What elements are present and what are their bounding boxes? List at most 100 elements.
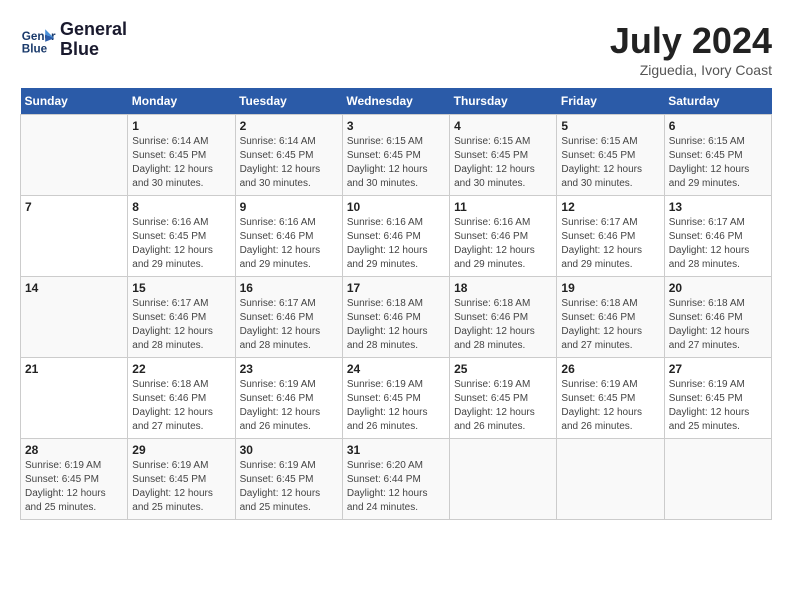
calendar-cell: 29 Sunrise: 6:19 AMSunset: 6:45 PMDayligh… bbox=[128, 439, 235, 520]
day-number: 19 bbox=[561, 281, 659, 295]
day-number: 13 bbox=[669, 200, 767, 214]
week-row-4: 21 22Sunrise: 6:18 AMSunset: 6:46 PMDayli… bbox=[21, 358, 772, 439]
day-number: 18 bbox=[454, 281, 552, 295]
day-number: 27 bbox=[669, 362, 767, 376]
calendar-cell: 1 Sunrise: 6:14 AMSunset: 6:45 PMDaylight… bbox=[128, 115, 235, 196]
day-info: Sunrise: 6:17 AMSunset: 6:46 PMDaylight:… bbox=[561, 216, 659, 272]
day-info: Sunrise: 6:18 AMSunset: 6:46 PMDaylight:… bbox=[347, 297, 445, 353]
day-number: 25 bbox=[454, 362, 552, 376]
location: Ziguedia, Ivory Coast bbox=[610, 62, 772, 78]
day-number: 16 bbox=[240, 281, 338, 295]
day-info: Sunrise: 6:18 AMSunset: 6:46 PMDaylight:… bbox=[561, 297, 659, 353]
day-info: Sunrise: 6:19 AMSunset: 6:45 PMDaylight:… bbox=[454, 378, 552, 434]
calendar-cell: 16Sunrise: 6:17 AMSunset: 6:46 PMDayligh… bbox=[235, 277, 342, 358]
calendar-cell: 20 Sunrise: 6:18 AMSunset: 6:46 PMDayligh… bbox=[664, 277, 771, 358]
calendar-cell: 26 Sunrise: 6:19 AMSunset: 6:45 PMDayligh… bbox=[557, 358, 664, 439]
day-header-sunday: Sunday bbox=[21, 88, 128, 115]
calendar-cell: 5 Sunrise: 6:15 AMSunset: 6:45 PMDaylight… bbox=[557, 115, 664, 196]
day-number: 4 bbox=[454, 119, 552, 133]
calendar-cell: 19 Sunrise: 6:18 AMSunset: 6:46 PMDayligh… bbox=[557, 277, 664, 358]
day-info: Sunrise: 6:16 AMSunset: 6:46 PMDaylight:… bbox=[454, 216, 552, 272]
day-number: 20 bbox=[669, 281, 767, 295]
day-info: Sunrise: 6:15 AMSunset: 6:45 PMDaylight:… bbox=[454, 135, 552, 191]
day-number: 26 bbox=[561, 362, 659, 376]
day-info: Sunrise: 6:14 AMSunset: 6:45 PMDaylight:… bbox=[132, 135, 230, 191]
calendar-cell: 25 Sunrise: 6:19 AMSunset: 6:45 PMDayligh… bbox=[450, 358, 557, 439]
logo-text: General Blue bbox=[60, 20, 127, 60]
calendar-cell: 7 bbox=[21, 196, 128, 277]
day-number: 22 bbox=[132, 362, 230, 376]
day-info: Sunrise: 6:19 AMSunset: 6:45 PMDaylight:… bbox=[240, 459, 338, 515]
day-number: 21 bbox=[25, 362, 123, 376]
day-info: Sunrise: 6:19 AMSunset: 6:45 PMDaylight:… bbox=[561, 378, 659, 434]
calendar-cell bbox=[557, 439, 664, 520]
day-number: 2 bbox=[240, 119, 338, 133]
calendar-cell: 13 Sunrise: 6:17 AMSunset: 6:46 PMDayligh… bbox=[664, 196, 771, 277]
calendar-table: SundayMondayTuesdayWednesdayThursdayFrid… bbox=[20, 88, 772, 520]
day-info: Sunrise: 6:19 AMSunset: 6:45 PMDaylight:… bbox=[25, 459, 123, 515]
week-row-1: 1 Sunrise: 6:14 AMSunset: 6:45 PMDaylight… bbox=[21, 115, 772, 196]
day-info: Sunrise: 6:19 AMSunset: 6:45 PMDaylight:… bbox=[132, 459, 230, 515]
day-info: Sunrise: 6:19 AMSunset: 6:46 PMDaylight:… bbox=[240, 378, 338, 434]
day-info: Sunrise: 6:14 AMSunset: 6:45 PMDaylight:… bbox=[240, 135, 338, 191]
day-number: 1 bbox=[132, 119, 230, 133]
day-number: 7 bbox=[25, 200, 123, 214]
day-info: Sunrise: 6:15 AMSunset: 6:45 PMDaylight:… bbox=[561, 135, 659, 191]
calendar-cell: 8Sunrise: 6:16 AMSunset: 6:45 PMDaylight… bbox=[128, 196, 235, 277]
day-number: 23 bbox=[240, 362, 338, 376]
day-header-saturday: Saturday bbox=[664, 88, 771, 115]
day-number: 31 bbox=[347, 443, 445, 457]
calendar-cell: 10 Sunrise: 6:16 AMSunset: 6:46 PMDayligh… bbox=[342, 196, 449, 277]
calendar-header-row: SundayMondayTuesdayWednesdayThursdayFrid… bbox=[21, 88, 772, 115]
day-header-tuesday: Tuesday bbox=[235, 88, 342, 115]
day-info: Sunrise: 6:16 AMSunset: 6:45 PMDaylight:… bbox=[132, 216, 230, 272]
week-row-3: 14 15 Sunrise: 6:17 AMSunset: 6:46 PMDayli… bbox=[21, 277, 772, 358]
day-info: Sunrise: 6:20 AMSunset: 6:44 PMDaylight:… bbox=[347, 459, 445, 515]
day-info: Sunrise: 6:19 AMSunset: 6:45 PMDaylight:… bbox=[347, 378, 445, 434]
header: General Blue General Blue July 2024 Zigu… bbox=[20, 20, 772, 78]
day-info: Sunrise: 6:15 AMSunset: 6:45 PMDaylight:… bbox=[669, 135, 767, 191]
month-year: July 2024 bbox=[610, 20, 772, 62]
day-number: 6 bbox=[669, 119, 767, 133]
calendar-cell: 22Sunrise: 6:18 AMSunset: 6:46 PMDayligh… bbox=[128, 358, 235, 439]
calendar-cell: 28Sunrise: 6:19 AMSunset: 6:45 PMDayligh… bbox=[21, 439, 128, 520]
day-info: Sunrise: 6:15 AMSunset: 6:45 PMDaylight:… bbox=[347, 135, 445, 191]
calendar-cell: 24 Sunrise: 6:19 AMSunset: 6:45 PMDayligh… bbox=[342, 358, 449, 439]
calendar-cell: 14 bbox=[21, 277, 128, 358]
calendar-cell: 15 Sunrise: 6:17 AMSunset: 6:46 PMDayligh… bbox=[128, 277, 235, 358]
day-info: Sunrise: 6:17 AMSunset: 6:46 PMDaylight:… bbox=[669, 216, 767, 272]
day-number: 12 bbox=[561, 200, 659, 214]
logo-icon: General Blue bbox=[20, 22, 56, 58]
week-row-2: 7 8Sunrise: 6:16 AMSunset: 6:45 PMDayligh… bbox=[21, 196, 772, 277]
calendar-cell: 23 Sunrise: 6:19 AMSunset: 6:46 PMDayligh… bbox=[235, 358, 342, 439]
day-number: 15 bbox=[132, 281, 230, 295]
calendar-cell: 4 Sunrise: 6:15 AMSunset: 6:45 PMDaylight… bbox=[450, 115, 557, 196]
day-number: 3 bbox=[347, 119, 445, 133]
calendar-cell bbox=[664, 439, 771, 520]
day-number: 29 bbox=[132, 443, 230, 457]
calendar-cell: 17 Sunrise: 6:18 AMSunset: 6:46 PMDayligh… bbox=[342, 277, 449, 358]
calendar-cell: 31 Sunrise: 6:20 AMSunset: 6:44 PMDayligh… bbox=[342, 439, 449, 520]
day-info: Sunrise: 6:17 AMSunset: 6:46 PMDaylight:… bbox=[132, 297, 230, 353]
day-header-wednesday: Wednesday bbox=[342, 88, 449, 115]
week-row-5: 28Sunrise: 6:19 AMSunset: 6:45 PMDayligh… bbox=[21, 439, 772, 520]
calendar-cell: 11 Sunrise: 6:16 AMSunset: 6:46 PMDayligh… bbox=[450, 196, 557, 277]
day-number: 14 bbox=[25, 281, 123, 295]
day-number: 17 bbox=[347, 281, 445, 295]
day-info: Sunrise: 6:19 AMSunset: 6:45 PMDaylight:… bbox=[669, 378, 767, 434]
day-number: 24 bbox=[347, 362, 445, 376]
title-area: July 2024 Ziguedia, Ivory Coast bbox=[610, 20, 772, 78]
day-number: 30 bbox=[240, 443, 338, 457]
calendar-cell: 21 bbox=[21, 358, 128, 439]
day-header-thursday: Thursday bbox=[450, 88, 557, 115]
calendar-cell bbox=[21, 115, 128, 196]
day-info: Sunrise: 6:18 AMSunset: 6:46 PMDaylight:… bbox=[669, 297, 767, 353]
day-number: 11 bbox=[454, 200, 552, 214]
calendar-cell: 2 Sunrise: 6:14 AMSunset: 6:45 PMDaylight… bbox=[235, 115, 342, 196]
day-number: 10 bbox=[347, 200, 445, 214]
day-header-friday: Friday bbox=[557, 88, 664, 115]
day-info: Sunrise: 6:16 AMSunset: 6:46 PMDaylight:… bbox=[347, 216, 445, 272]
day-header-monday: Monday bbox=[128, 88, 235, 115]
calendar-cell: 6 Sunrise: 6:15 AMSunset: 6:45 PMDaylight… bbox=[664, 115, 771, 196]
day-number: 5 bbox=[561, 119, 659, 133]
